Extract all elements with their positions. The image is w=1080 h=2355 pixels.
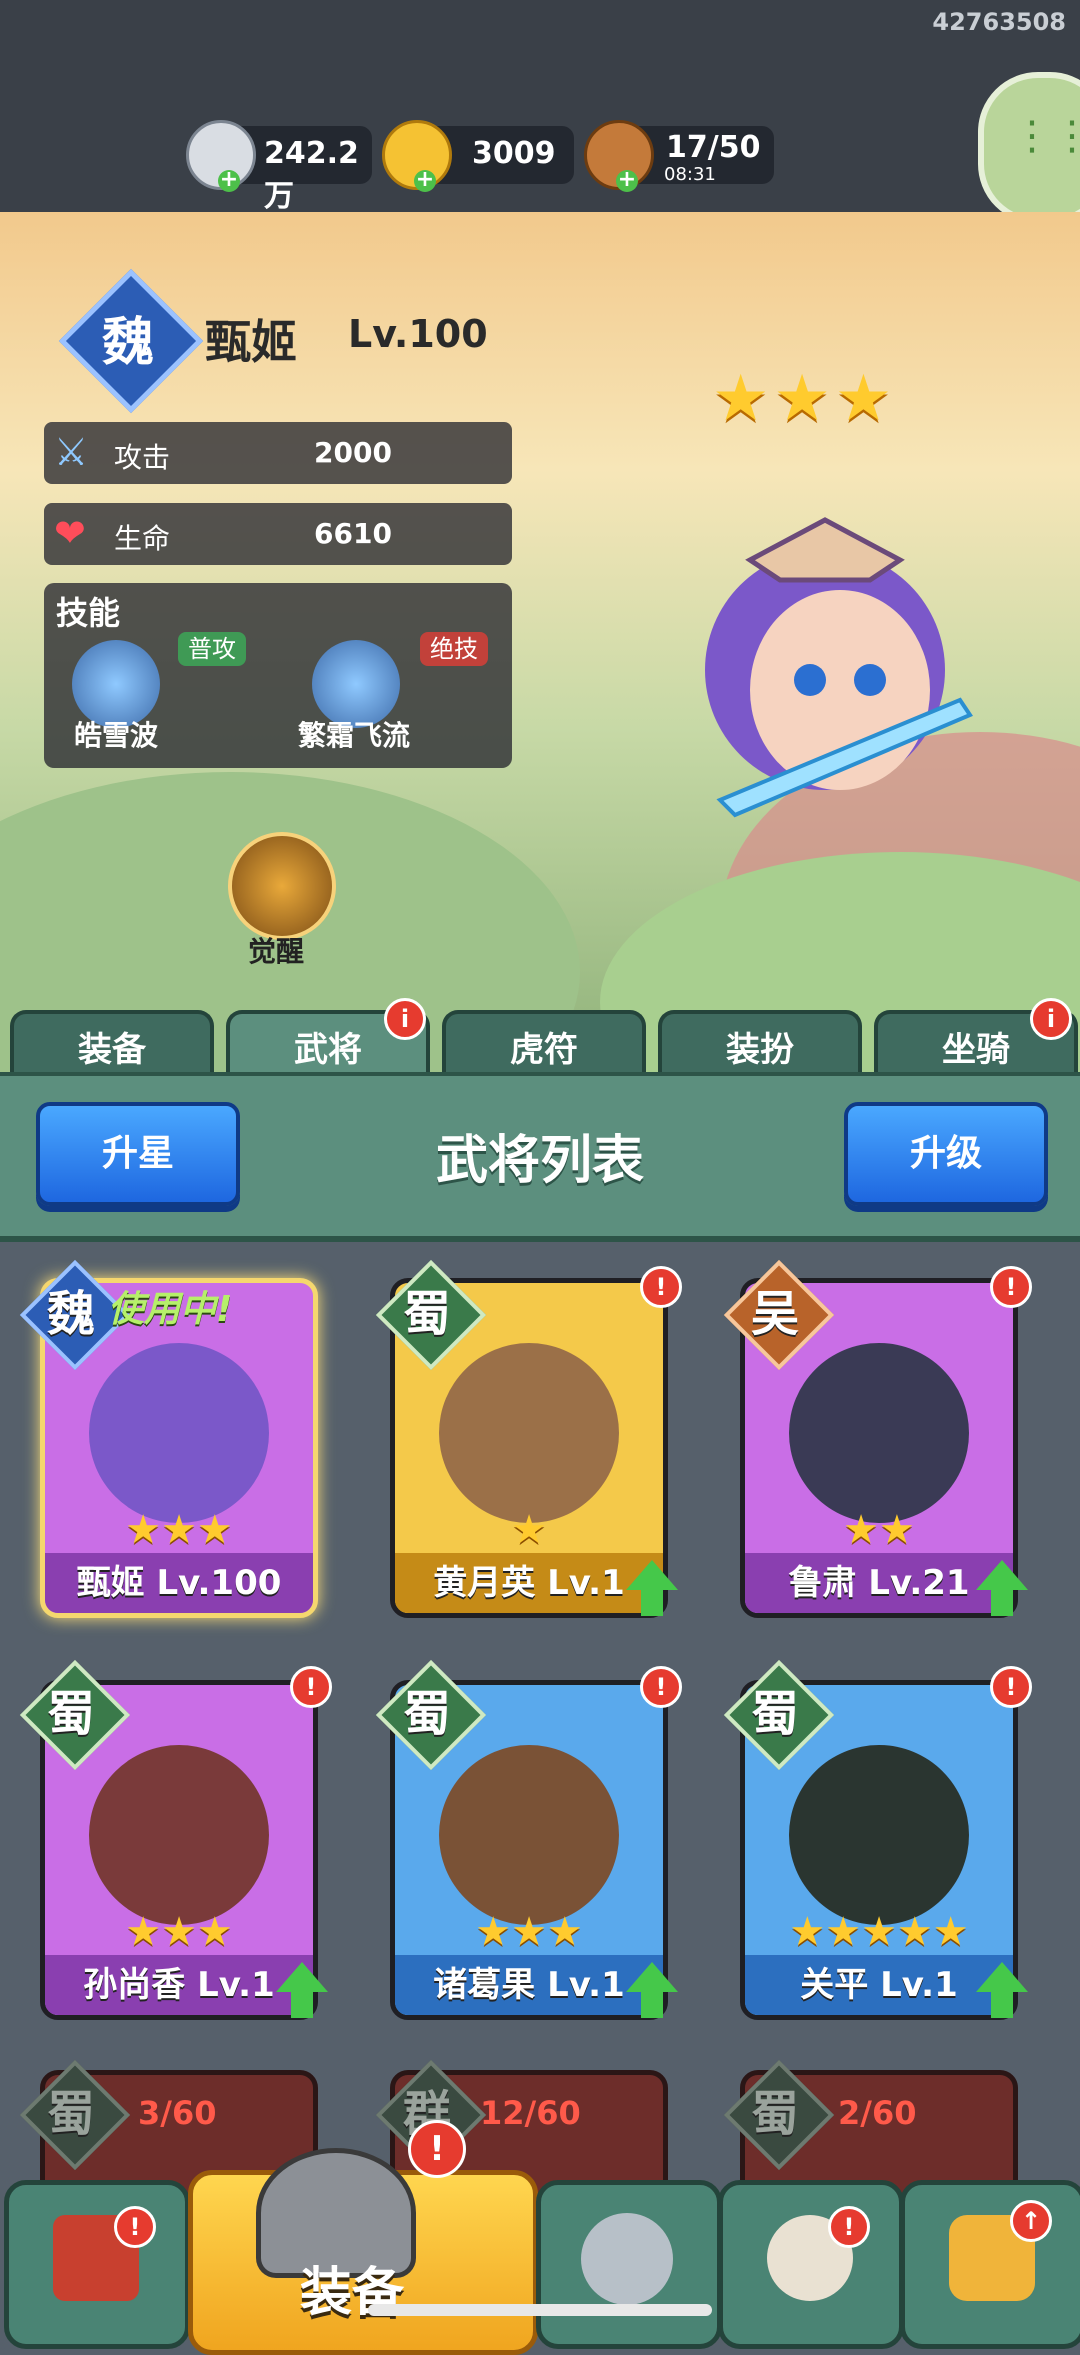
attack-label: 攻击	[114, 441, 171, 474]
upgrade-arrow-icon	[976, 1560, 1028, 1590]
upgrade-arrow-icon	[991, 1590, 1013, 1616]
card-faction: 魏	[46, 1286, 95, 1342]
hero-level: Lv.100	[348, 312, 488, 356]
card-name: 孙尚香 Lv.1	[45, 1955, 313, 2015]
upgrade-arrow-icon	[291, 1992, 313, 2018]
hero-name: 甄姬	[205, 315, 297, 369]
upgrade-arrow-icon	[626, 1962, 678, 1992]
shard-progress: 2/60	[838, 2094, 917, 2132]
crossed-swords-icon	[581, 2213, 673, 2305]
card-name: 鲁肃 Lv.21	[745, 1553, 1013, 1613]
add-gold-icon[interactable]: +	[414, 169, 436, 192]
stamina-resource[interactable]: 17/50 08:31 +	[584, 120, 774, 192]
mount-alert-icon: i	[1030, 998, 1072, 1040]
silver-value: 242.2万	[264, 136, 359, 214]
sunshangxiang-portrait	[89, 1745, 269, 1925]
card-faction: 蜀	[46, 2086, 95, 2142]
upgrade-arrow-icon	[626, 1560, 678, 1590]
awaken-icon[interactable]	[228, 832, 336, 940]
zhenji-portrait	[89, 1343, 269, 1523]
sword-icon: ⚔	[54, 430, 89, 474]
card-faction: 蜀	[402, 1686, 451, 1742]
card-stars: ★★	[843, 1507, 915, 1553]
awaken-label: 觉醒	[248, 935, 305, 968]
heart-icon: ❤	[54, 511, 86, 555]
nav-battle[interactable]	[536, 2180, 722, 2349]
ultimate-tag: 绝技	[420, 632, 488, 666]
grid-menu-icon: ⋮⋮	[1012, 113, 1080, 159]
card-name: 甄姬 Lv.100	[45, 1553, 313, 1613]
generals-nav-alert-icon: !	[828, 2206, 870, 2248]
card-name: 黄月英 Lv.1	[395, 1553, 663, 1613]
card-name: 诸葛果 Lv.1	[395, 1955, 663, 2015]
guanping-portrait	[789, 1745, 969, 1925]
skill2-name: 繁霜飞流	[298, 719, 411, 752]
hp-stat: ❤ 生命 6610	[44, 503, 512, 565]
card-alert-icon: !	[640, 1266, 682, 1308]
huangyueying-portrait	[439, 1343, 619, 1523]
player-id: 42763508	[932, 8, 1066, 36]
skill1-name: 皓雪波	[74, 719, 159, 752]
card-stars: ★★★	[475, 1909, 583, 1955]
upgrade-arrow-icon	[641, 1992, 663, 2018]
nav-upgrade[interactable]	[900, 2180, 1080, 2349]
card-faction: 吴	[750, 1286, 799, 1342]
card-faction: 蜀	[402, 1286, 451, 1342]
add-silver-icon[interactable]: +	[218, 169, 240, 192]
generals-alert-icon: i	[384, 998, 426, 1040]
shard-progress: 3/60	[138, 2094, 217, 2132]
zhugeguo-portrait	[439, 1745, 619, 1925]
lusu-portrait	[789, 1343, 969, 1523]
card-stars: ★★★	[125, 1909, 233, 1955]
upgrade-arrow-icon	[641, 1590, 663, 1616]
card-alert-icon: !	[640, 1666, 682, 1708]
equipment-alert-icon: !	[408, 2120, 466, 2178]
faction-label: 魏	[101, 313, 154, 373]
skills-title: 技能	[56, 594, 121, 632]
hp-value: 6610	[314, 517, 392, 550]
card-stars: ★★★	[125, 1507, 233, 1553]
upgrade-arrow-icon	[276, 1962, 328, 1992]
card-alert-icon: !	[290, 1666, 332, 1708]
upgrade-arrow-icon	[976, 1962, 1028, 1992]
add-stamina-icon[interactable]: +	[616, 169, 638, 192]
upgrade-nav-alert-icon: ↑	[1010, 2200, 1052, 2242]
silver-resource[interactable]: 242.2万 +	[186, 120, 372, 214]
card-faction: 蜀	[750, 2086, 799, 2142]
stamina-timer: 08:31	[664, 164, 716, 185]
level-up-button[interactable]: 升级	[844, 1102, 1048, 1206]
card-stars: ★★★★★	[789, 1909, 969, 1955]
menu-button[interactable]: ⋮⋮	[978, 72, 1080, 224]
hp-label: 生命	[114, 522, 171, 555]
card-alert-icon: !	[990, 1266, 1032, 1308]
card-name: 关平 Lv.1	[745, 1955, 1013, 2015]
normal-attack-tag: 普攻	[178, 632, 246, 666]
attack-stat: ⚔ 攻击 2000	[44, 422, 512, 484]
upgrade-arrow-icon	[991, 1992, 1013, 2018]
card-stars: ★	[511, 1507, 547, 1553]
card-faction: 蜀	[750, 1686, 799, 1742]
attack-value: 2000	[314, 436, 392, 469]
shop-alert-icon: !	[114, 2206, 156, 2248]
home-indicator[interactable]	[368, 2304, 712, 2316]
gold-value: 3009	[472, 136, 556, 171]
hero-portrait[interactable]	[660, 500, 990, 830]
card-faction: 蜀	[46, 1686, 95, 1742]
shard-progress: 12/60	[480, 2094, 581, 2132]
gold-resource[interactable]: 3009 +	[382, 120, 574, 192]
stamina-value: 17/50	[666, 130, 761, 165]
in-use-label: 使用中!	[108, 1289, 233, 1330]
card-alert-icon: !	[990, 1666, 1032, 1708]
nav-generals[interactable]	[718, 2180, 904, 2349]
hero-stars: ★★★	[712, 362, 897, 436]
nav-shop[interactable]	[4, 2180, 190, 2349]
